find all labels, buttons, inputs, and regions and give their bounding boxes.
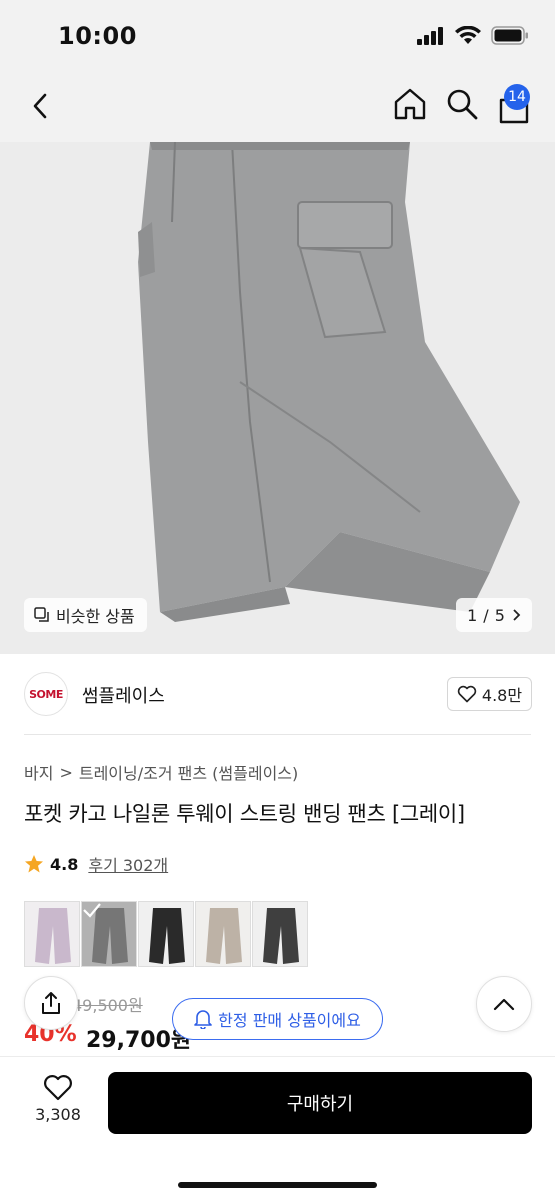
page-current: 1 — [467, 605, 478, 625]
scroll-top-button[interactable] — [476, 976, 532, 1032]
chevron-up-icon — [493, 998, 515, 1011]
search-icon[interactable] — [444, 86, 480, 122]
buy-button[interactable]: 구매하기 — [108, 1072, 532, 1134]
share-icon — [42, 992, 60, 1014]
signal-icon — [417, 26, 443, 45]
brand-logo-text: SOME — [29, 687, 63, 701]
chevron-left-icon[interactable] — [24, 88, 60, 124]
wishlist-button[interactable]: 3,308 — [28, 1074, 88, 1134]
swatch-lavender[interactable] — [24, 901, 80, 967]
color-swatches — [24, 901, 308, 967]
product-photo — [0, 142, 555, 654]
wifi-icon — [455, 26, 481, 44]
breadcrumb-category[interactable]: 바지 — [24, 760, 53, 784]
bell-icon — [194, 1010, 212, 1029]
chevron-right-icon — [513, 609, 521, 621]
similar-products-label: 비슷한 상품 — [56, 607, 135, 626]
page-total: 5 — [494, 605, 505, 625]
product-title: 포켓 카고 나일론 투웨이 스트링 밴딩 팬츠 [그레이] — [24, 802, 465, 826]
breadcrumb: 바지 > 트레이닝/조거 팬츠 (썸플레이스) — [24, 760, 298, 784]
share-button[interactable] — [24, 976, 78, 1030]
swatch-lavender-image — [25, 902, 79, 966]
similar-products-button[interactable]: 비슷한 상품 — [24, 598, 147, 632]
swatch-charcoal[interactable] — [252, 901, 308, 967]
status-time: 10:00 — [58, 22, 137, 50]
swatch-black-image — [139, 902, 193, 966]
original-price: 49,500원 — [72, 996, 143, 1015]
rating-value: 4.8 — [50, 854, 79, 874]
swatch-beige-image — [196, 902, 250, 966]
similar-icon — [34, 607, 49, 622]
image-page-indicator[interactable]: 1 / 5 — [456, 598, 532, 632]
swatch-gray[interactable] — [81, 901, 137, 967]
review-link[interactable]: 후기 302개 — [88, 852, 168, 876]
heart-icon — [457, 685, 477, 703]
brand-like-count: 4.8만 — [481, 686, 523, 705]
home-icon[interactable] — [392, 86, 428, 122]
brand-logo[interactable]: SOME — [24, 672, 68, 716]
home-indicator — [178, 1182, 377, 1188]
rating-row: 4.8 후기 302개 — [24, 852, 168, 876]
nav-bar — [0, 74, 555, 142]
brand-name[interactable]: 썸플레이스 — [82, 682, 165, 708]
swatch-black[interactable] — [138, 901, 194, 967]
limited-sale-banner[interactable]: 한정 판매 상품이에요 — [172, 998, 383, 1040]
heart-icon — [44, 1075, 72, 1101]
swatch-charcoal-image — [253, 902, 307, 966]
divider — [24, 734, 531, 735]
star-icon — [25, 855, 43, 873]
swatch-beige[interactable] — [195, 901, 251, 967]
breadcrumb-separator: > — [59, 762, 73, 782]
brand-like-button[interactable]: 4.8만 — [447, 677, 532, 711]
cart-count-badge: 14 — [504, 84, 530, 110]
page-separator: / — [483, 605, 489, 625]
product-image[interactable] — [0, 142, 555, 654]
status-bar: 10:00 — [0, 0, 555, 74]
battery-icon — [491, 26, 528, 45]
wishlist-count: 3,308 — [35, 1105, 81, 1124]
limited-sale-text: 한정 판매 상품이에요 — [218, 1011, 361, 1030]
check-icon — [83, 903, 101, 918]
status-icons — [417, 26, 529, 45]
breadcrumb-subcategory[interactable]: 트레이닝/조거 팬츠 (썸플레이스) — [79, 760, 298, 784]
